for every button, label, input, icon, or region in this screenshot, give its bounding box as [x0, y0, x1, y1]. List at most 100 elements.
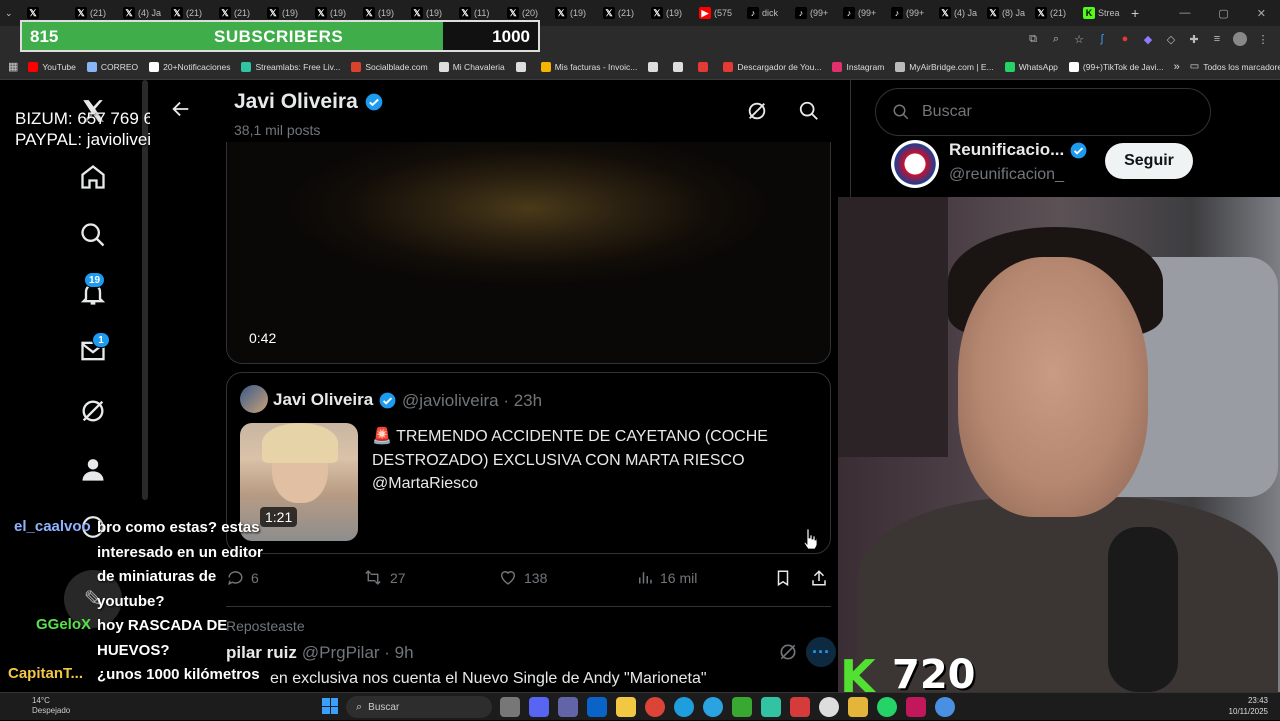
chrome-icon[interactable] — [645, 697, 665, 717]
streamlabs-icon[interactable] — [761, 697, 781, 717]
repost-button[interactable]: 27 — [362, 568, 406, 587]
follow-button[interactable]: Seguir — [1105, 143, 1193, 179]
more-options-button[interactable]: ··· — [806, 637, 836, 667]
apps-grid-icon[interactable]: ▦ — [8, 60, 18, 73]
hand-cursor-icon — [803, 528, 818, 550]
avatar[interactable] — [240, 385, 268, 413]
suggested-account-name[interactable]: Reunificacio... — [949, 140, 1088, 160]
like-button[interactable]: 138 — [498, 568, 547, 587]
obs-icon[interactable] — [819, 697, 839, 717]
photos-icon[interactable] — [848, 697, 868, 717]
profile-icon[interactable] — [1233, 32, 1247, 46]
bookmark-item[interactable]: Instagram — [832, 61, 884, 72]
next-tweet-grok-icon[interactable] — [778, 642, 798, 667]
tweet-mention[interactable]: @MartaRiesco — [372, 472, 812, 496]
browser-tab[interactable]: ▶ (575 — [694, 2, 742, 24]
whatsapp-icon[interactable] — [877, 697, 897, 717]
browser-tab[interactable]: ♪ (99+ — [838, 2, 886, 24]
bookmark-item[interactable] — [698, 61, 712, 72]
messages-mail-icon[interactable]: 1 — [78, 332, 110, 366]
video-player[interactable]: 0:42 — [226, 142, 831, 364]
app-icon[interactable] — [790, 697, 810, 717]
bookmark-item[interactable]: (99+)TikTok de Javi... — [1068, 61, 1164, 72]
bookmark-item[interactable]: Mis facturas - Invoic... — [540, 61, 637, 72]
bookmark-item[interactable]: YouTube — [28, 61, 76, 72]
avatar[interactable] — [891, 140, 939, 188]
webcam-microphone — [1108, 527, 1178, 692]
profile-icon[interactable] — [78, 454, 108, 484]
quoted-tweet-card[interactable]: Javi Oliveira @javioliveira · 23h 1:21 🚨… — [226, 372, 831, 554]
home-icon[interactable] — [78, 162, 108, 192]
grok-icon[interactable] — [78, 396, 108, 426]
browser-tab[interactable]: K Strea — [1078, 2, 1126, 24]
tweet-author-name[interactable]: Javi Oliveira — [273, 390, 397, 410]
browser-tab[interactable]: 𝕏 (19) — [646, 2, 694, 24]
close-icon[interactable]: ✕ — [1257, 7, 1266, 20]
suggested-account-handle[interactable]: @reunificacion_ — [949, 166, 1064, 184]
puzzle-icon[interactable]: ✚ — [1187, 32, 1201, 46]
browser-tab[interactable]: 𝕏 (19) — [550, 2, 598, 24]
minimize-icon[interactable]: — — [1179, 7, 1190, 20]
weather-widget[interactable]: 14°C Despejado — [0, 693, 90, 721]
extension-icon[interactable]: ● — [1118, 32, 1132, 46]
app-icon[interactable] — [906, 697, 926, 717]
browser-tab[interactable]: ♪ dick — [742, 2, 790, 24]
browser-tab[interactable]: 𝕏 (21) — [1030, 2, 1078, 24]
bookmark-item[interactable]: 20+Notificaciones — [149, 61, 230, 72]
messages-badge: 1 — [92, 332, 110, 348]
bookmark-item[interactable]: Socialblade.com — [351, 61, 428, 72]
reading-list-icon[interactable]: ≡ — [1210, 32, 1224, 46]
bookmark-item[interactable]: CORREO — [86, 61, 138, 72]
search-icon[interactable] — [798, 100, 820, 122]
bookmark-item[interactable] — [673, 61, 687, 72]
discord-icon[interactable] — [529, 697, 549, 717]
browser-tab[interactable]: 𝕏 (21) — [598, 2, 646, 24]
back-arrow-icon[interactable] — [170, 98, 194, 122]
bookmark-item[interactable]: Streamlabs: Free Liv... — [241, 61, 340, 72]
browser-tab[interactable]: 𝕏 (4) Ja — [934, 2, 982, 24]
bookmark-item[interactable]: Mi Chavaleria — [438, 61, 505, 72]
screen-share-icon[interactable]: ⧉ — [1026, 32, 1040, 46]
views-button[interactable]: 16 mil — [636, 568, 697, 587]
new-tab-button[interactable]: + — [1126, 2, 1144, 24]
taskbar-search[interactable]: ⌕ Buscar — [346, 696, 492, 718]
notifications-bell-icon[interactable]: 19 — [78, 272, 108, 308]
task-view-icon[interactable] — [500, 697, 520, 717]
bookmark-star-icon[interactable]: ☆ — [1072, 32, 1086, 46]
mail-icon[interactable] — [587, 697, 607, 717]
tab-list-menu[interactable]: ⌄ — [0, 2, 22, 24]
windows-start-icon[interactable] — [322, 698, 338, 714]
maximize-icon[interactable]: ▢ — [1218, 7, 1228, 20]
x-icon: 𝕏 — [75, 7, 87, 19]
search-input[interactable]: Buscar — [875, 88, 1211, 136]
bookmarks-more[interactable]: » — [1174, 61, 1180, 73]
file-explorer-icon[interactable] — [616, 697, 636, 717]
bookmark-button[interactable] — [774, 568, 792, 588]
extension-icon[interactable]: ʃ — [1095, 32, 1109, 46]
stream-chat-overlay: el_caalvoo bro como estas? estas interesad… — [0, 516, 280, 716]
settings-gear-icon[interactable] — [935, 697, 955, 717]
tweet-handle[interactable]: @javioliveira · 23h — [402, 391, 542, 411]
camtasia-icon[interactable] — [732, 697, 752, 717]
all-bookmarks-folder[interactable]: ▭ Todos los marcadores — [1190, 61, 1280, 72]
next-tweet-handle[interactable]: @PrgPilar · 9h — [302, 643, 414, 663]
grok-icon[interactable] — [746, 100, 768, 122]
teams-icon[interactable] — [558, 697, 578, 717]
extension-icon[interactable]: ◆ — [1141, 32, 1155, 46]
browser-tab[interactable]: ♪ (99+ — [886, 2, 934, 24]
taskbar-clock[interactable]: 23:43 10/11/2025 — [1229, 695, 1268, 717]
browser-tab[interactable]: ♪ (99+ — [790, 2, 838, 24]
share-button[interactable] — [810, 568, 828, 588]
menu-icon[interactable]: ⋮ — [1256, 32, 1270, 46]
bookmark-item[interactable] — [515, 61, 530, 72]
zoom-icon[interactable]: ⌕ — [1049, 32, 1063, 46]
search-icon[interactable] — [78, 220, 108, 250]
bookmark-item[interactable]: MyAirBridge.com | E... — [895, 61, 994, 72]
edge-icon[interactable] — [674, 697, 694, 717]
extension-icon[interactable]: ◇ — [1164, 32, 1178, 46]
telegram-icon[interactable] — [703, 697, 723, 717]
browser-tab[interactable]: 𝕏 (8) Ja — [982, 2, 1030, 24]
bookmark-item[interactable]: WhatsApp — [1004, 61, 1058, 72]
bookmark-item[interactable] — [648, 61, 662, 72]
bookmark-item[interactable]: Descargador de You... — [723, 61, 821, 72]
